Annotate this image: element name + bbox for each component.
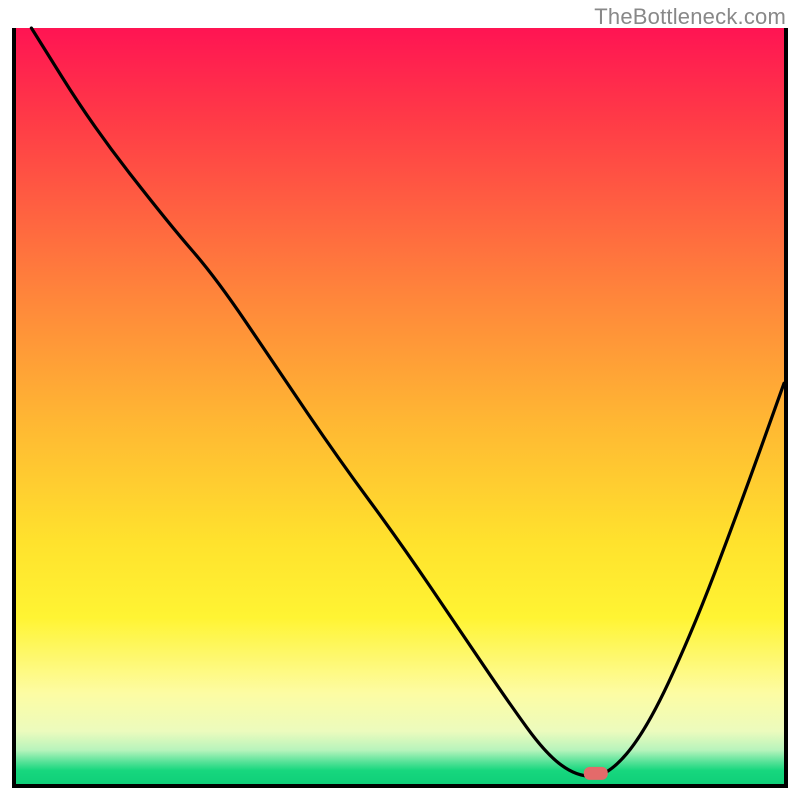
axis-right (784, 28, 788, 788)
watermark-text: TheBottleneck.com (594, 4, 786, 30)
chart-stage: TheBottleneck.com (0, 0, 800, 800)
axis-left (12, 28, 16, 788)
chart-plot (16, 28, 784, 784)
bottleneck-curve (31, 28, 784, 776)
optimum-marker (584, 767, 608, 780)
axis-bottom (12, 784, 788, 788)
